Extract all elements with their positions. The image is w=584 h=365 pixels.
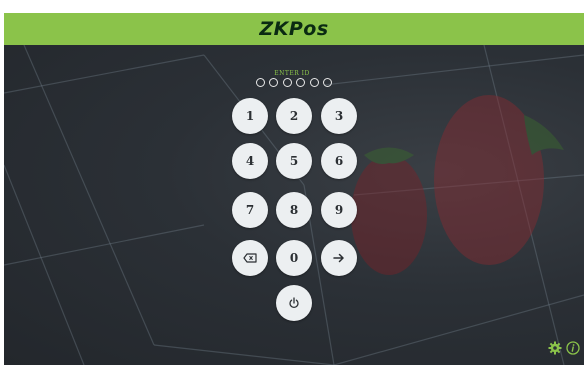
pin-dot: [296, 78, 306, 87]
key-1[interactable]: 1: [232, 98, 268, 134]
key-5[interactable]: 5: [276, 143, 312, 179]
pin-dot: [322, 78, 332, 87]
power-icon: [289, 297, 299, 309]
info-icon[interactable]: [566, 341, 580, 355]
key-7[interactable]: 7: [232, 192, 268, 228]
pin-indicator: [256, 78, 332, 90]
pin-dot: [256, 78, 265, 87]
login-screen: ZKPos ENTER ID 1 2 3 4 5 6 7 8 9 0: [0, 0, 584, 365]
app-logo: ZKPos: [259, 18, 329, 40]
arrow-right-icon: [333, 253, 344, 263]
gear-icon[interactable]: [548, 341, 562, 355]
key-0[interactable]: 0: [276, 240, 312, 276]
key-9[interactable]: 9: [321, 192, 357, 228]
header-bar: ZKPos: [4, 13, 584, 45]
pin-dot: [269, 78, 279, 87]
backspace-button[interactable]: [232, 240, 268, 276]
key-3[interactable]: 3: [321, 98, 357, 134]
pin-dot: [309, 78, 319, 87]
key-8[interactable]: 8: [276, 192, 312, 228]
key-4[interactable]: 4: [232, 143, 268, 179]
strawberry-right: [434, 95, 564, 265]
footer-icons: [548, 340, 582, 356]
enter-button[interactable]: [321, 240, 357, 276]
power-button[interactable]: [276, 285, 312, 321]
strawberry-left: [351, 147, 427, 275]
key-2[interactable]: 2: [276, 98, 312, 134]
backspace-icon: [243, 253, 257, 263]
key-6[interactable]: 6: [321, 143, 357, 179]
enter-id-label: ENTER ID: [274, 70, 310, 77]
pin-dot: [282, 78, 292, 87]
